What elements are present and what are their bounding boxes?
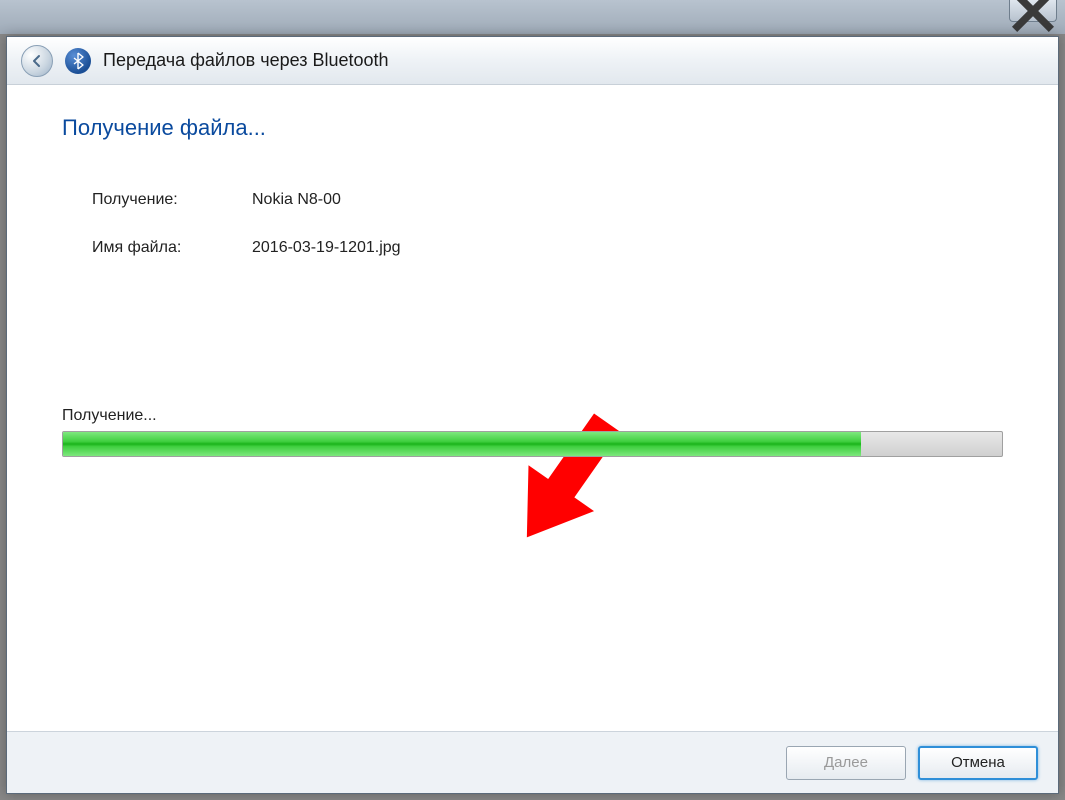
dialog-title: Передача файлов через Bluetooth — [103, 50, 389, 71]
dialog-titlebar: Передача файлов через Bluetooth — [7, 37, 1058, 85]
filename-value: 2016-03-19-1201.jpg — [252, 239, 1003, 257]
progress-fill — [63, 432, 861, 456]
next-button: Далее — [786, 746, 906, 780]
progress-label: Получение... — [62, 407, 1003, 425]
close-window-button[interactable] — [1009, 0, 1057, 22]
cancel-button[interactable]: Отмена — [918, 746, 1038, 780]
dialog-body: Получение файла... Получение: Nokia N8-0… — [7, 85, 1058, 731]
progress-section: Получение... — [62, 407, 1003, 457]
back-button[interactable] — [21, 45, 53, 77]
bluetooth-transfer-dialog: Передача файлов через Bluetooth Получени… — [6, 36, 1059, 794]
page-heading: Получение файла... — [62, 115, 1003, 141]
source-label: Получение: — [92, 191, 252, 209]
window-button-group — [1009, 0, 1057, 22]
background-window-chrome — [0, 0, 1065, 34]
transfer-info-grid: Получение: Nokia N8-00 Имя файла: 2016-0… — [92, 191, 1003, 257]
source-value: Nokia N8-00 — [252, 191, 1003, 209]
progress-bar — [62, 431, 1003, 457]
filename-label: Имя файла: — [92, 239, 252, 257]
dialog-footer: Далее Отмена — [7, 731, 1058, 793]
bluetooth-icon — [65, 48, 91, 74]
